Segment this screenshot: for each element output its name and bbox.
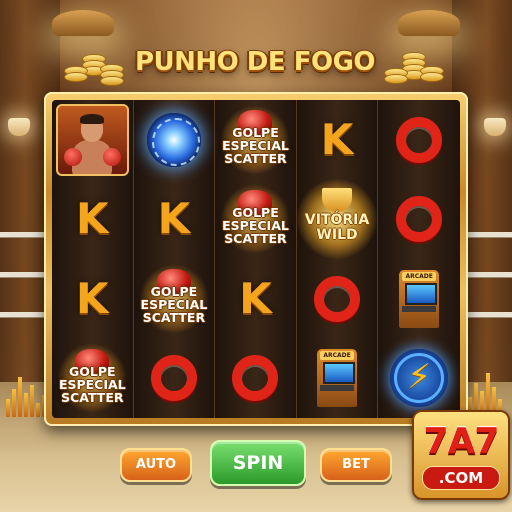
auto-button[interactable]: AUTO: [120, 448, 192, 482]
reel-cell: GOLPE ESPECIAL SCATTER: [134, 259, 215, 339]
reel-cell: GOLPE ESPECIAL SCATTER: [215, 180, 296, 260]
reel-cell: ⚡: [378, 339, 460, 419]
scatter-symbol: GOLPE ESPECIAL SCATTER: [217, 104, 294, 176]
reel-cell: VITÓRIA WILD: [297, 179, 378, 260]
scatter-label: GOLPE ESPECIAL SCATTER: [140, 284, 208, 326]
red-o-icon: [150, 355, 197, 402]
brand-logo: 7A7 .COM: [412, 410, 510, 500]
trophy-icon: [322, 187, 353, 212]
reel-cell: [378, 100, 460, 180]
reel-cell: ARCADE: [378, 259, 460, 339]
ceiling-lamp-icon: [398, 10, 460, 36]
letter-k-symbol: K: [320, 114, 354, 164]
reel-cell: GOLPE ESPECIAL SCATTER: [52, 339, 133, 419]
logo-domain: .COM: [422, 466, 500, 490]
blue-energy-orb-icon: [146, 112, 201, 167]
ring-rope: [468, 272, 512, 277]
reel-cell: [297, 259, 378, 339]
reel-4: K VITÓRIA WILD ARCADE: [296, 100, 379, 419]
reel-cell: K: [52, 180, 133, 260]
letter-k-symbol: K: [239, 273, 272, 323]
spin-button[interactable]: SPIN: [210, 440, 306, 486]
ring-rope: [0, 272, 44, 277]
ring-rope: [0, 312, 44, 317]
reel-cell: [215, 339, 296, 419]
reel-cell: K: [134, 180, 215, 260]
reel-cell: ARCADE: [297, 339, 378, 419]
red-o-icon: [396, 196, 443, 243]
letter-k-symbol: K: [76, 194, 109, 244]
red-o-icon: [396, 116, 443, 163]
scatter-label: GOLPE ESPECIAL SCATTER: [222, 204, 289, 246]
arcade-label: ARCADE: [320, 351, 355, 361]
logo-number: 7A7: [423, 421, 500, 462]
game-title-text: PUNHO DE FOGO: [134, 47, 376, 77]
slot-reels: K K GOLPE ESPECIAL SCATTER K GOLPE ESPECIAL …: [52, 100, 460, 418]
reel-cell: K: [215, 259, 296, 339]
ring-rope: [468, 232, 512, 237]
reel-cell: [378, 180, 460, 260]
reel-3: GOLPE ESPECIAL SCATTER GOLPE ESPECIAL SCA…: [215, 100, 297, 418]
coin-stack-icon: [380, 48, 450, 88]
reel-cell: K: [52, 259, 133, 339]
bet-button[interactable]: BET: [320, 448, 392, 482]
scatter-symbol: GOLPE ESPECIAL SCATTER: [54, 343, 131, 415]
red-o-icon: [314, 275, 361, 322]
equalizer-left-icon: [6, 377, 46, 417]
wild-label: VITÓRIA WILD: [304, 212, 370, 244]
letter-k-symbol: K: [157, 194, 191, 244]
arcade-machine-icon: ARCADE: [317, 349, 358, 408]
wall-lamp-icon: [484, 118, 506, 136]
coin-stack-icon: [60, 48, 130, 88]
boxer-portrait-icon: [56, 104, 129, 176]
red-o-icon: [232, 355, 279, 402]
ceiling-lamp-icon: [52, 10, 114, 36]
reel-5: ARCADE ⚡: [378, 100, 460, 418]
ring-rope: [468, 312, 512, 317]
wild-symbol: VITÓRIA WILD: [297, 179, 378, 260]
reel-cell: GOLPE ESPECIAL SCATTER: [215, 100, 296, 180]
reel-2: K GOLPE ESPECIAL SCATTER: [133, 100, 216, 419]
ring-rope: [0, 232, 44, 237]
reel-cell: [52, 100, 133, 180]
lightning-bolt-icon: ⚡: [390, 349, 449, 408]
game-title: PUNHO DE FOGO: [130, 40, 380, 84]
reel-cell: [134, 100, 215, 180]
arcade-machine-icon: ARCADE: [399, 269, 440, 328]
reel-cell: [134, 339, 215, 419]
scatter-symbol: GOLPE ESPECIAL SCATTER: [217, 184, 294, 256]
scatter-symbol: GOLPE ESPECIAL SCATTER: [136, 263, 213, 335]
wall-lamp-icon: [8, 118, 30, 136]
letter-k-symbol: K: [76, 273, 109, 323]
reel-1: K K GOLPE ESPECIAL SCATTER: [52, 100, 134, 418]
scatter-label: GOLPE ESPECIAL SCATTER: [58, 363, 126, 405]
scatter-label: GOLPE ESPECIAL SCATTER: [222, 125, 289, 167]
arcade-label: ARCADE: [402, 271, 437, 281]
reel-cell: K: [297, 100, 378, 180]
